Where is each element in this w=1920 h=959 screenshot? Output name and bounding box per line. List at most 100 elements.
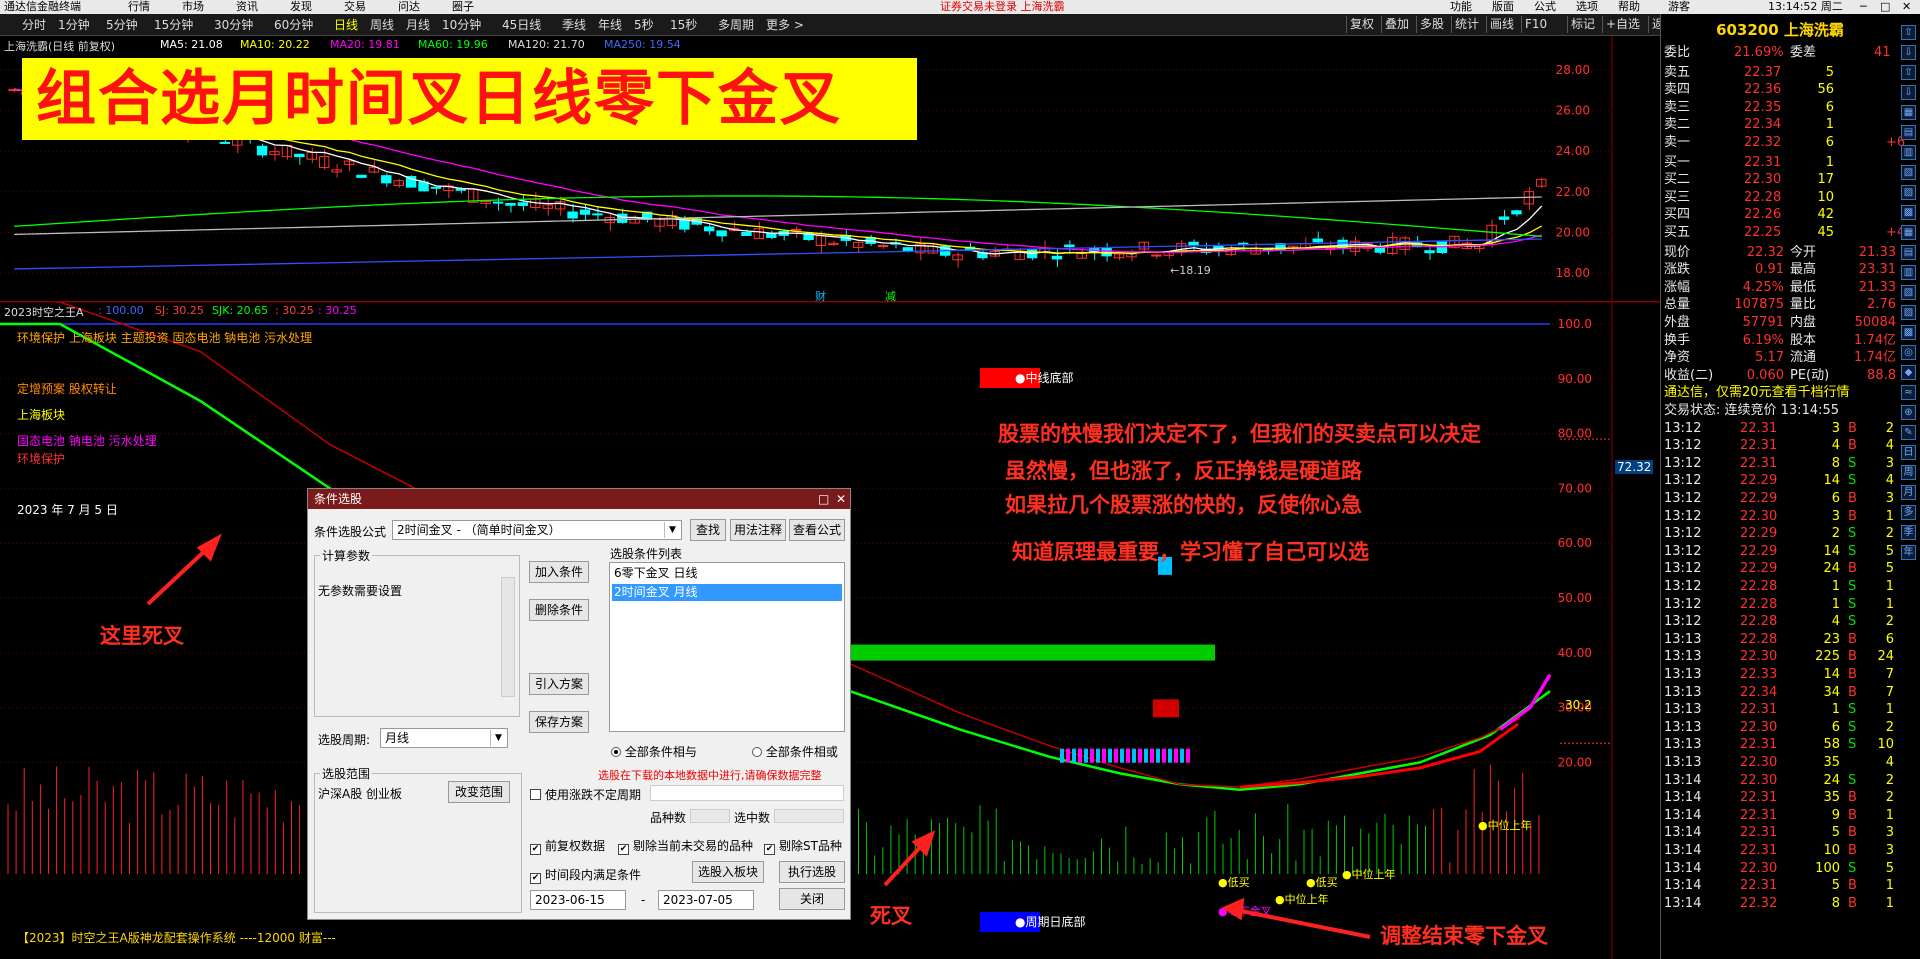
user-label[interactable]: 游客	[1668, 0, 1690, 14]
side-tool-icon[interactable]: ◎	[1901, 345, 1916, 360]
side-tool-icon[interactable]: ▦	[1901, 105, 1916, 120]
side-tool-icon[interactable]: ▧	[1901, 165, 1916, 180]
period-tab[interactable]: 分时	[22, 14, 46, 36]
period-shortcut-icon[interactable]: 多	[1901, 505, 1916, 520]
period-tab[interactable]: 周线	[370, 14, 394, 36]
menu-item[interactable]: 市场	[182, 0, 204, 14]
minimize-icon[interactable]: ─	[1860, 0, 1867, 14]
period-tab[interactable]: 15秒	[670, 14, 697, 36]
menu-item[interactable]: 资讯	[236, 0, 258, 14]
side-tool-icon[interactable]: ▨	[1901, 185, 1916, 200]
run-screen-button[interactable]: 执行选股	[779, 861, 845, 883]
toolbar-button[interactable]: 统计	[1451, 16, 1482, 33]
toolbar-button[interactable]: +自选	[1602, 16, 1643, 33]
maximize-icon[interactable]: □	[1880, 0, 1890, 14]
date-to-input[interactable]: 2023-07-05	[658, 890, 754, 910]
period-select[interactable]: 月线	[380, 728, 508, 748]
list-item-selected[interactable]: 2时间金叉 月线	[612, 584, 842, 601]
period-tab[interactable]: 10分钟	[442, 14, 481, 36]
side-tool-icon[interactable]: ⊕	[1901, 405, 1916, 420]
use-period-checkbox[interactable]: 使用涨跌不定周期	[530, 786, 641, 803]
change-range-button[interactable]: 改变范围	[448, 781, 510, 803]
menu-item[interactable]: 功能	[1450, 0, 1472, 14]
radio-and[interactable]: 全部条件相与	[611, 743, 697, 760]
untraded-checkbox[interactable]: ✔ 剔除当前未交易的品种	[618, 837, 753, 855]
close-button[interactable]: 关闭	[779, 888, 845, 910]
checkbox-checked-icon[interactable]: ✔	[618, 844, 629, 855]
menu-item[interactable]: 问达	[398, 0, 420, 14]
toolbar-button[interactable]: 画线	[1486, 16, 1517, 33]
side-tool-icon[interactable]: ⇩	[1901, 85, 1916, 100]
condition-list[interactable]: 6零下金叉 日线 2时间金叉 月线	[609, 562, 845, 732]
dialog-titlebar[interactable]: 条件选股 □ ✕	[308, 489, 850, 509]
toolbar-button[interactable]: 多股	[1416, 16, 1447, 33]
period-tab[interactable]: 月线	[406, 14, 430, 36]
add-condition-button[interactable]: 加入条件	[529, 561, 589, 583]
period-tab[interactable]: 更多 >	[766, 14, 804, 36]
period-shortcut-icon[interactable]: 季	[1901, 525, 1916, 540]
period-tab[interactable]: 年线	[598, 14, 622, 36]
menu-item[interactable]: 帮助	[1618, 0, 1640, 14]
toolbar-button[interactable]: 复权	[1346, 16, 1377, 33]
toolbar-button[interactable]: 叠加	[1381, 16, 1412, 33]
side-tool-icon[interactable]: ✎	[1901, 425, 1916, 440]
period-shortcut-icon[interactable]: 周	[1901, 465, 1916, 480]
side-tool-icon[interactable]: ▤	[1901, 245, 1916, 260]
period-tab[interactable]: 30分钟	[214, 14, 253, 36]
find-button[interactable]: 查找	[690, 519, 726, 541]
side-tool-icon[interactable]: ◆	[1901, 365, 1916, 380]
delete-condition-button[interactable]: 删除条件	[529, 599, 589, 621]
menu-item[interactable]: 圈子	[452, 0, 474, 14]
toolbar-button[interactable]: F10	[1521, 16, 1550, 33]
formula-select[interactable]: 2时间金叉 - （简单时间金叉）	[392, 520, 682, 540]
fq-checkbox[interactable]: ✔ 前复权数据	[530, 837, 605, 855]
period-tab[interactable]: 15分钟	[154, 14, 193, 36]
chevron-down-icon[interactable]: ▼	[664, 522, 680, 538]
menu-item[interactable]: 发现	[290, 0, 312, 14]
checkbox-checked-icon[interactable]: ✔	[764, 844, 775, 855]
import-plan-button[interactable]: 引入方案	[529, 673, 589, 695]
usage-button[interactable]: 用法注释	[730, 519, 786, 541]
period-tab[interactable]: 5分钟	[106, 14, 138, 36]
period-tab[interactable]: 60分钟	[274, 14, 313, 36]
period-shortcut-icon[interactable]: 月	[1901, 485, 1916, 500]
close-icon[interactable]: ✕	[1902, 0, 1911, 14]
to-sector-button[interactable]: 选股入板块	[692, 861, 764, 883]
close-icon[interactable]: ✕	[836, 489, 846, 509]
period-tab[interactable]: 多周期	[718, 14, 754, 36]
toolbar-button[interactable]: 标记	[1567, 16, 1598, 33]
checkbox-checked-icon[interactable]: ✔	[530, 873, 541, 884]
period-tab[interactable]: 5秒	[634, 14, 654, 36]
side-tool-icon[interactable]: ▧	[1901, 285, 1916, 300]
side-tool-icon[interactable]: ▩	[1901, 325, 1916, 340]
side-tool-icon[interactable]: ▤	[1901, 125, 1916, 140]
menu-item[interactable]: 版面	[1492, 0, 1514, 14]
period-tab[interactable]: 1分钟	[58, 14, 90, 36]
view-formula-button[interactable]: 查看公式	[789, 519, 845, 541]
side-tool-icon[interactable]: ▦	[1901, 225, 1916, 240]
menu-item[interactable]: 公式	[1534, 0, 1556, 14]
restore-icon[interactable]: □	[818, 489, 829, 509]
save-plan-button[interactable]: 保存方案	[529, 711, 589, 733]
radio-or[interactable]: 全部条件相或	[752, 743, 838, 760]
period-tab[interactable]: 45日线	[502, 14, 541, 36]
side-tool-icon[interactable]: ▨	[1901, 305, 1916, 320]
param-scrollbar[interactable]	[501, 577, 515, 697]
side-tool-icon[interactable]: ▩	[1901, 205, 1916, 220]
menu-item[interactable]: 选项	[1576, 0, 1598, 14]
side-tool-icon[interactable]: ▥	[1901, 145, 1916, 160]
checkbox-icon[interactable]	[530, 789, 541, 800]
st-checkbox[interactable]: ✔ 剔除ST品种	[764, 837, 842, 855]
chevron-down-icon[interactable]: ▼	[490, 730, 506, 746]
radio-unchecked-icon[interactable]	[752, 747, 762, 757]
period-shortcut-icon[interactable]: 日	[1901, 445, 1916, 460]
checkbox-checked-icon[interactable]: ✔	[530, 844, 541, 855]
stock-code-name[interactable]: 603200 上海洗霸	[1661, 20, 1899, 40]
side-tool-icon[interactable]: ⇧	[1901, 65, 1916, 80]
menu-item[interactable]: 行情	[128, 0, 150, 14]
side-tool-icon[interactable]: ⇩	[1901, 45, 1916, 60]
radio-checked-icon[interactable]	[611, 747, 621, 757]
period-shortcut-icon[interactable]: 年	[1901, 545, 1916, 560]
menu-item[interactable]: 交易	[344, 0, 366, 14]
period-tab[interactable]: 日线	[334, 14, 358, 36]
